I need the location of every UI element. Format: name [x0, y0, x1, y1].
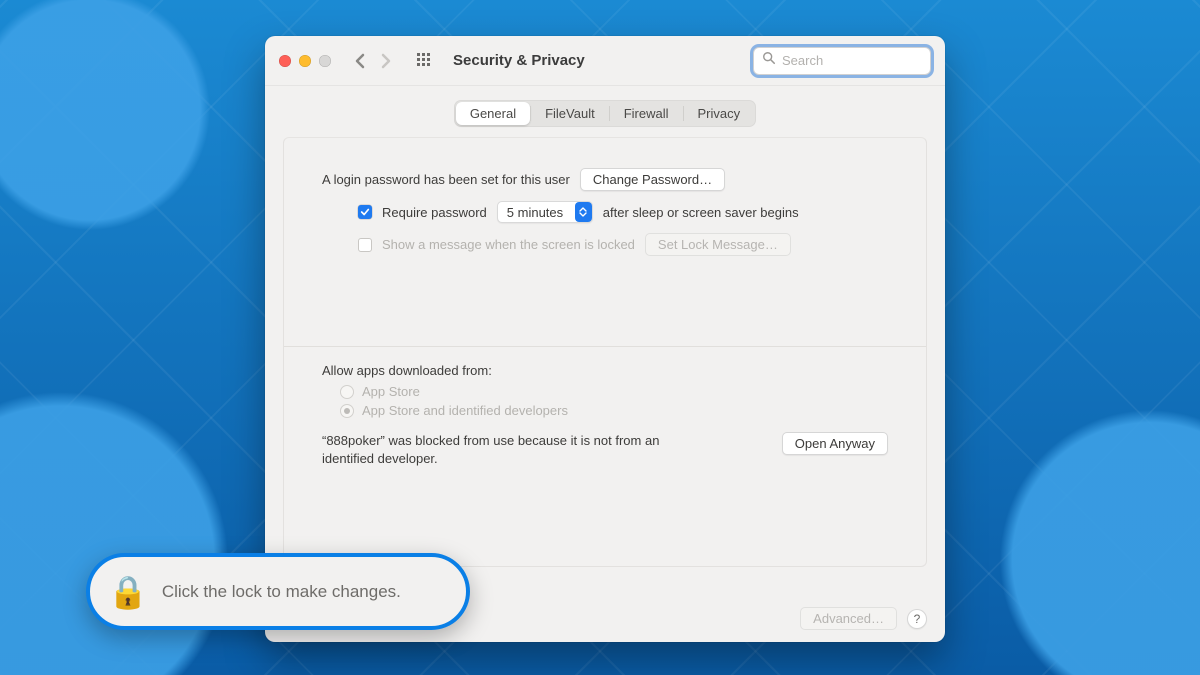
- tab-filevault[interactable]: FileVault: [531, 102, 609, 125]
- titlebar: Security & Privacy: [265, 36, 945, 86]
- help-button[interactable]: ?: [907, 609, 927, 629]
- tab-row: General FileVault Firewall Privacy: [265, 86, 945, 137]
- require-password-label-pre: Require password: [382, 205, 487, 220]
- allow-apps-radiogroup: App Store App Store and identified devel…: [340, 384, 888, 418]
- show-all-button[interactable]: [413, 49, 437, 73]
- back-button[interactable]: [349, 50, 371, 72]
- tab-firewall[interactable]: Firewall: [610, 102, 683, 125]
- show-lock-message-checkbox[interactable]: [358, 238, 372, 252]
- panel-divider: [284, 346, 926, 347]
- set-lock-message-button[interactable]: Set Lock Message…: [645, 233, 791, 256]
- require-password-label-post: after sleep or screen saver begins: [603, 205, 799, 220]
- radio-label: App Store: [362, 384, 420, 399]
- lock-callout: 🔒 Click the lock to make changes.: [86, 553, 470, 630]
- radio-icon: [340, 404, 354, 418]
- allow-apps-header: Allow apps downloaded from:: [322, 363, 888, 378]
- minimize-window-button[interactable]: [299, 55, 311, 67]
- require-password-checkbox[interactable]: [358, 205, 372, 219]
- radio-icon: [340, 385, 354, 399]
- radio-label: App Store and identified developers: [362, 403, 568, 418]
- settings-panel: A login password has been set for this u…: [283, 137, 927, 567]
- radio-identified-developers[interactable]: App Store and identified developers: [340, 403, 888, 418]
- advanced-button[interactable]: Advanced…: [800, 607, 897, 630]
- require-password-row: Require password 5 minutes after sleep o…: [358, 201, 888, 223]
- lock-callout-text: Click the lock to make changes.: [162, 582, 401, 602]
- search-input[interactable]: [782, 53, 922, 68]
- forward-button[interactable]: [375, 50, 397, 72]
- open-anyway-button[interactable]: Open Anyway: [782, 432, 888, 455]
- lock-icon[interactable]: 🔒: [108, 576, 148, 608]
- blocked-app-text: “888poker” was blocked from use because …: [322, 432, 712, 467]
- show-lock-message-label: Show a message when the screen is locked: [382, 237, 635, 252]
- window-title: Security & Privacy: [453, 52, 585, 69]
- login-password-row: A login password has been set for this u…: [322, 168, 888, 191]
- search-field[interactable]: [753, 47, 931, 75]
- stepper-icon: [575, 202, 592, 222]
- tab-general[interactable]: General: [456, 102, 530, 125]
- zoom-window-button[interactable]: [319, 55, 331, 67]
- traffic-lights: [279, 55, 331, 67]
- change-password-button[interactable]: Change Password…: [580, 168, 725, 191]
- system-preferences-window: Security & Privacy General FileVault Fir…: [265, 36, 945, 642]
- password-delay-select[interactable]: 5 minutes: [497, 201, 593, 223]
- tab-privacy[interactable]: Privacy: [684, 102, 755, 125]
- nav-buttons: [349, 50, 397, 72]
- password-delay-value: 5 minutes: [507, 205, 571, 220]
- blocked-app-row: “888poker” was blocked from use because …: [322, 432, 888, 467]
- login-password-text: A login password has been set for this u…: [322, 172, 570, 187]
- segmented-tabs: General FileVault Firewall Privacy: [454, 100, 756, 127]
- close-window-button[interactable]: [279, 55, 291, 67]
- search-icon: [762, 51, 782, 70]
- radio-app-store[interactable]: App Store: [340, 384, 888, 399]
- lock-message-row: Show a message when the screen is locked…: [358, 233, 888, 256]
